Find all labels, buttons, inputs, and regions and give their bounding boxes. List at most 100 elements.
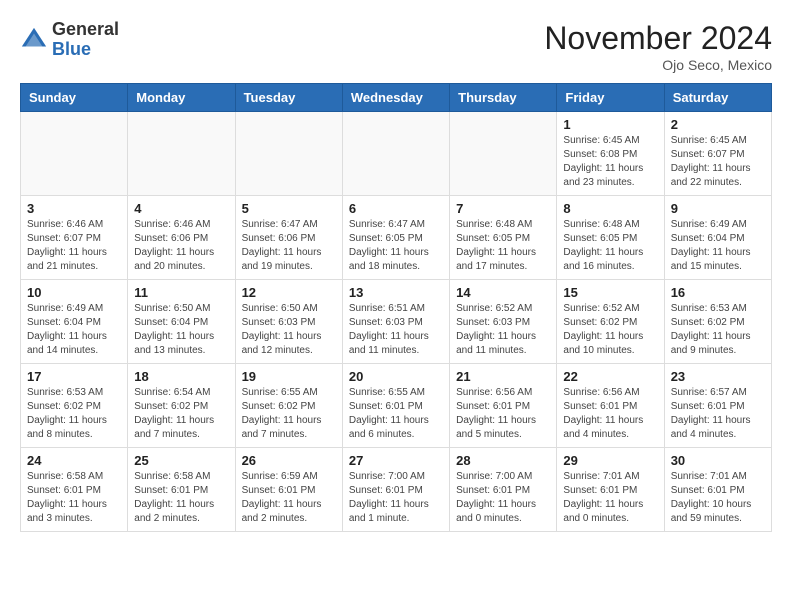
- day-number: 12: [242, 285, 336, 300]
- day-info: Sunrise: 6:53 AM Sunset: 6:02 PM Dayligh…: [27, 386, 121, 442]
- day-number: 21: [456, 369, 550, 384]
- day-info: Sunrise: 6:50 AM Sunset: 6:03 PM Dayligh…: [242, 302, 336, 358]
- week-row-5: 24 Sunrise: 6:58 AM Sunset: 6:01 PM Dayli…: [21, 448, 772, 532]
- day-cell: 1 Sunrise: 6:45 AM Sunset: 6:08 PM Daylig…: [557, 112, 664, 196]
- day-info: Sunrise: 6:49 AM Sunset: 6:04 PM Dayligh…: [27, 302, 121, 358]
- day-info: Sunrise: 6:47 AM Sunset: 6:06 PM Dayligh…: [242, 218, 336, 274]
- day-info: Sunrise: 6:46 AM Sunset: 6:06 PM Dayligh…: [134, 218, 228, 274]
- day-number: 1: [563, 117, 657, 132]
- day-cell: 5 Sunrise: 6:47 AM Sunset: 6:06 PM Daylig…: [235, 196, 342, 280]
- day-number: 13: [349, 285, 443, 300]
- week-row-1: 1 Sunrise: 6:45 AM Sunset: 6:08 PM Daylig…: [21, 112, 772, 196]
- day-info: Sunrise: 6:56 AM Sunset: 6:01 PM Dayligh…: [456, 386, 550, 442]
- day-number: 3: [27, 201, 121, 216]
- day-cell: 26 Sunrise: 6:59 AM Sunset: 6:01 PM Dayli…: [235, 448, 342, 532]
- day-cell: 19 Sunrise: 6:55 AM Sunset: 6:02 PM Dayli…: [235, 364, 342, 448]
- day-info: Sunrise: 6:51 AM Sunset: 6:03 PM Dayligh…: [349, 302, 443, 358]
- day-number: 8: [563, 201, 657, 216]
- day-number: 24: [27, 453, 121, 468]
- page-header: General Blue November 2024 Ojo Seco, Mex…: [20, 20, 772, 73]
- day-cell: [21, 112, 128, 196]
- day-cell: 25 Sunrise: 6:58 AM Sunset: 6:01 PM Dayli…: [128, 448, 235, 532]
- day-number: 5: [242, 201, 336, 216]
- day-cell: 16Sunrise: 6:53 AM Sunset: 6:02 PM Dayli…: [664, 280, 771, 364]
- day-number: 18: [134, 369, 228, 384]
- day-info: Sunrise: 6:45 AM Sunset: 6:08 PM Dayligh…: [563, 134, 657, 190]
- logo-blue: Blue: [52, 40, 119, 60]
- day-cell: [128, 112, 235, 196]
- day-info: Sunrise: 6:48 AM Sunset: 6:05 PM Dayligh…: [563, 218, 657, 274]
- day-cell: [235, 112, 342, 196]
- day-cell: 29 Sunrise: 7:01 AM Sunset: 6:01 PM Dayli…: [557, 448, 664, 532]
- weekday-header-friday: Friday: [557, 84, 664, 112]
- day-info: Sunrise: 6:59 AM Sunset: 6:01 PM Dayligh…: [242, 470, 336, 526]
- day-cell: 3 Sunrise: 6:46 AM Sunset: 6:07 PM Daylig…: [21, 196, 128, 280]
- location: Ojo Seco, Mexico: [544, 57, 772, 73]
- day-cell: 24Sunrise: 6:58 AM Sunset: 6:01 PM Dayli…: [21, 448, 128, 532]
- weekday-header-row: SundayMondayTuesdayWednesdayThursdayFrid…: [21, 84, 772, 112]
- day-number: 25: [134, 453, 228, 468]
- weekday-header-tuesday: Tuesday: [235, 84, 342, 112]
- day-number: 23: [671, 369, 765, 384]
- day-info: Sunrise: 6:57 AM Sunset: 6:01 PM Dayligh…: [671, 386, 765, 442]
- day-info: Sunrise: 6:52 AM Sunset: 6:02 PM Dayligh…: [563, 302, 657, 358]
- day-number: 27: [349, 453, 443, 468]
- day-number: 20: [349, 369, 443, 384]
- day-number: 29: [563, 453, 657, 468]
- day-number: 4: [134, 201, 228, 216]
- week-row-2: 3 Sunrise: 6:46 AM Sunset: 6:07 PM Daylig…: [21, 196, 772, 280]
- weekday-header-saturday: Saturday: [664, 84, 771, 112]
- title-block: November 2024 Ojo Seco, Mexico: [544, 20, 772, 73]
- week-row-3: 10Sunrise: 6:49 AM Sunset: 6:04 PM Dayli…: [21, 280, 772, 364]
- day-info: Sunrise: 6:48 AM Sunset: 6:05 PM Dayligh…: [456, 218, 550, 274]
- day-number: 6: [349, 201, 443, 216]
- day-number: 9: [671, 201, 765, 216]
- day-cell: 22Sunrise: 6:56 AM Sunset: 6:01 PM Dayli…: [557, 364, 664, 448]
- weekday-header-sunday: Sunday: [21, 84, 128, 112]
- day-info: Sunrise: 6:49 AM Sunset: 6:04 PM Dayligh…: [671, 218, 765, 274]
- day-cell: 13 Sunrise: 6:51 AM Sunset: 6:03 PM Dayli…: [342, 280, 449, 364]
- day-cell: 4 Sunrise: 6:46 AM Sunset: 6:06 PM Daylig…: [128, 196, 235, 280]
- day-info: Sunrise: 7:00 AM Sunset: 6:01 PM Dayligh…: [349, 470, 443, 526]
- day-cell: 7 Sunrise: 6:48 AM Sunset: 6:05 PM Daylig…: [450, 196, 557, 280]
- day-cell: 9 Sunrise: 6:49 AM Sunset: 6:04 PM Daylig…: [664, 196, 771, 280]
- day-cell: 10Sunrise: 6:49 AM Sunset: 6:04 PM Dayli…: [21, 280, 128, 364]
- day-number: 17: [27, 369, 121, 384]
- day-cell: 30 Sunrise: 7:01 AM Sunset: 6:01 PM Dayli…: [664, 448, 771, 532]
- day-number: 11: [134, 285, 228, 300]
- day-info: Sunrise: 6:55 AM Sunset: 6:02 PM Dayligh…: [242, 386, 336, 442]
- day-info: Sunrise: 6:58 AM Sunset: 6:01 PM Dayligh…: [134, 470, 228, 526]
- day-cell: [342, 112, 449, 196]
- day-info: Sunrise: 6:50 AM Sunset: 6:04 PM Dayligh…: [134, 302, 228, 358]
- logo-icon: [20, 26, 48, 54]
- day-info: Sunrise: 7:01 AM Sunset: 6:01 PM Dayligh…: [671, 470, 765, 526]
- day-number: 16: [671, 285, 765, 300]
- day-cell: 20 Sunrise: 6:55 AM Sunset: 6:01 PM Dayli…: [342, 364, 449, 448]
- day-cell: 8 Sunrise: 6:48 AM Sunset: 6:05 PM Daylig…: [557, 196, 664, 280]
- weekday-header-thursday: Thursday: [450, 84, 557, 112]
- day-info: Sunrise: 6:54 AM Sunset: 6:02 PM Dayligh…: [134, 386, 228, 442]
- day-cell: 23 Sunrise: 6:57 AM Sunset: 6:01 PM Dayli…: [664, 364, 771, 448]
- day-cell: 6 Sunrise: 6:47 AM Sunset: 6:05 PM Daylig…: [342, 196, 449, 280]
- day-number: 26: [242, 453, 336, 468]
- day-number: 19: [242, 369, 336, 384]
- day-cell: [450, 112, 557, 196]
- day-cell: 11 Sunrise: 6:50 AM Sunset: 6:04 PM Dayli…: [128, 280, 235, 364]
- day-info: Sunrise: 7:00 AM Sunset: 6:01 PM Dayligh…: [456, 470, 550, 526]
- day-number: 28: [456, 453, 550, 468]
- day-number: 30: [671, 453, 765, 468]
- day-info: Sunrise: 7:01 AM Sunset: 6:01 PM Dayligh…: [563, 470, 657, 526]
- month-title: November 2024: [544, 20, 772, 57]
- day-cell: 17 Sunrise: 6:53 AM Sunset: 6:02 PM Dayli…: [21, 364, 128, 448]
- day-info: Sunrise: 6:55 AM Sunset: 6:01 PM Dayligh…: [349, 386, 443, 442]
- day-cell: 12 Sunrise: 6:50 AM Sunset: 6:03 PM Dayli…: [235, 280, 342, 364]
- day-info: Sunrise: 6:47 AM Sunset: 6:05 PM Dayligh…: [349, 218, 443, 274]
- day-info: Sunrise: 6:45 AM Sunset: 6:07 PM Dayligh…: [671, 134, 765, 190]
- calendar-table: SundayMondayTuesdayWednesdayThursdayFrid…: [20, 83, 772, 532]
- day-info: Sunrise: 6:46 AM Sunset: 6:07 PM Dayligh…: [27, 218, 121, 274]
- day-number: 7: [456, 201, 550, 216]
- logo: General Blue: [20, 20, 119, 60]
- weekday-header-wednesday: Wednesday: [342, 84, 449, 112]
- day-number: 22: [563, 369, 657, 384]
- day-cell: 27 Sunrise: 7:00 AM Sunset: 6:01 PM Dayli…: [342, 448, 449, 532]
